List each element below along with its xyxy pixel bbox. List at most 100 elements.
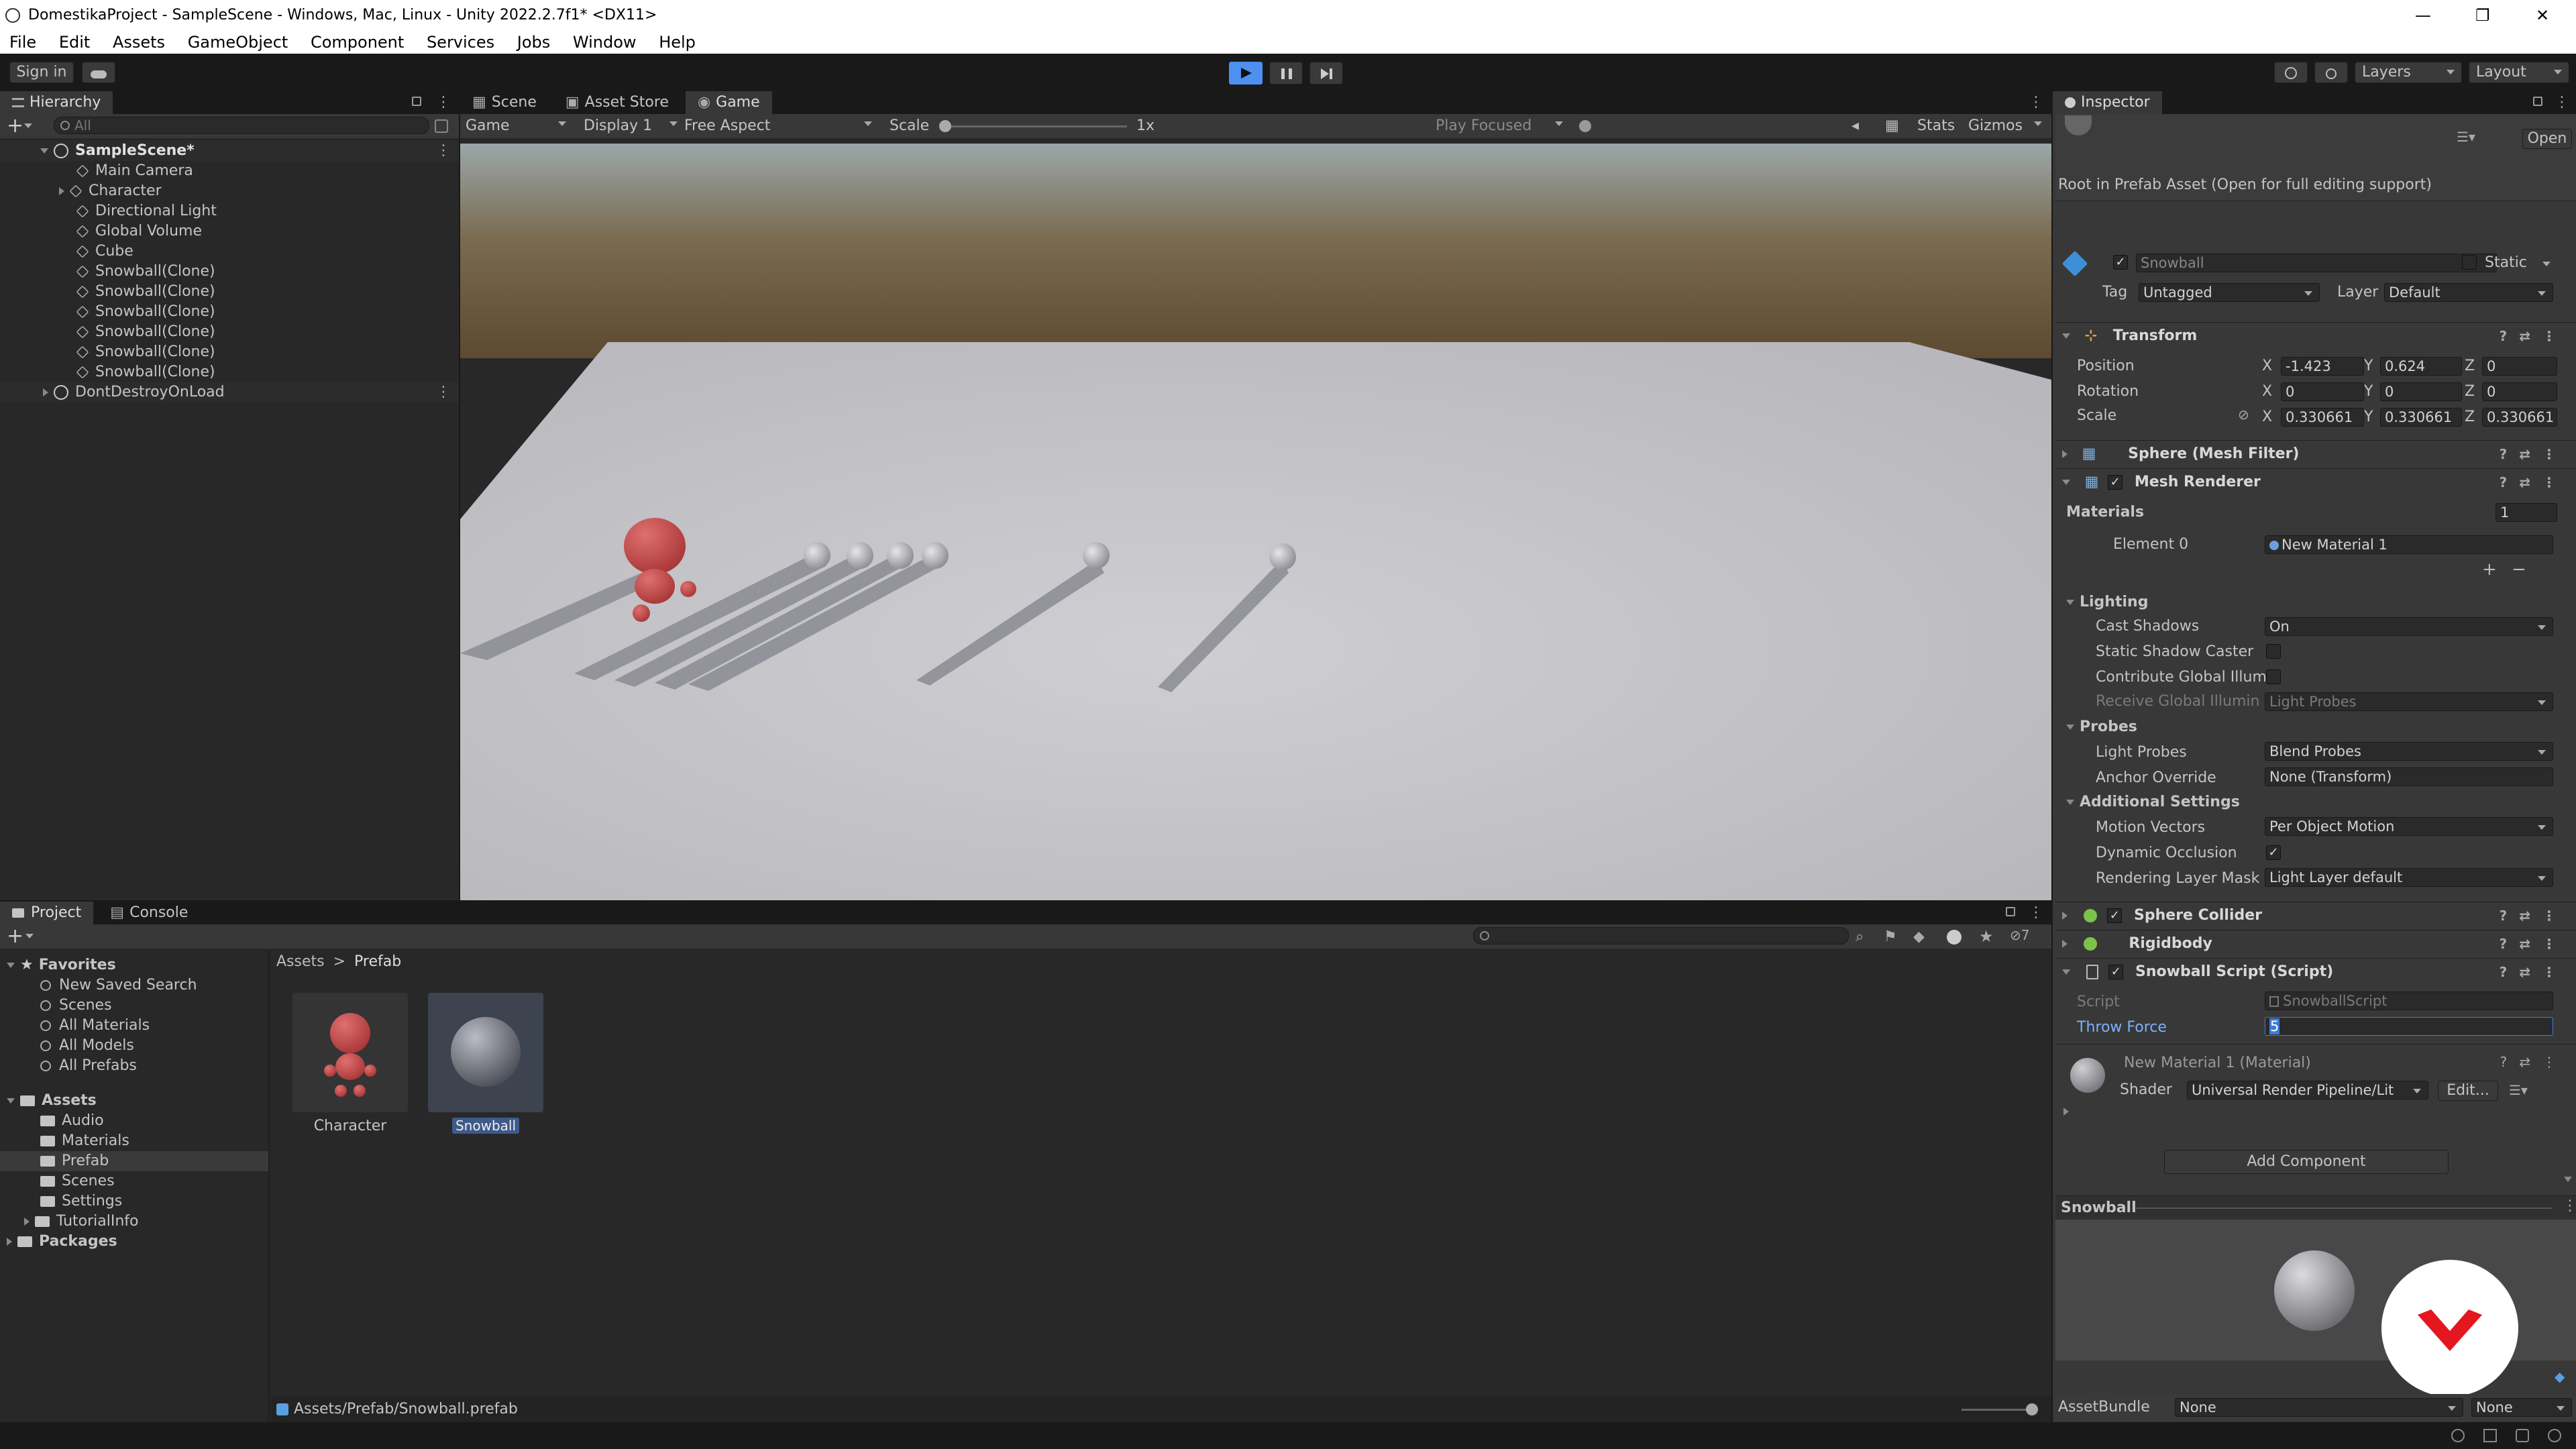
favorite-item[interactable]: All Materials (40, 1016, 150, 1036)
motion-vectors-dropdown[interactable]: Per Object Motion (2265, 817, 2553, 836)
expand-arrow-icon[interactable] (2062, 450, 2068, 458)
grid-icon[interactable]: ▦ (1885, 114, 1899, 138)
layout-dropdown[interactable]: Layout (2469, 62, 2569, 83)
tab-console[interactable]: ▤ Console (98, 902, 200, 924)
remove-element-icon[interactable]: − (2512, 559, 2526, 580)
static-toggle[interactable] (2462, 255, 2477, 270)
asset-tile-snowball[interactable] (428, 993, 543, 1112)
favorite-item[interactable]: New Saved Search (40, 975, 197, 996)
filter-type-icon[interactable]: ⌕ (1856, 928, 1864, 945)
hierarchy-item[interactable]: Main Camera (76, 161, 193, 181)
close-button[interactable]: ✕ (2536, 0, 2549, 31)
search-toolbar-button[interactable] (2314, 62, 2348, 83)
scale-slider[interactable] (939, 120, 1127, 132)
scene-menu-icon[interactable]: ⋮ (436, 141, 451, 161)
expand-arrow-icon[interactable] (59, 187, 64, 195)
scale-x[interactable]: 0.330661 (2281, 408, 2364, 427)
breadcrumb-current[interactable]: Prefab (354, 953, 401, 970)
add-element-icon[interactable]: + (2482, 559, 2497, 580)
material-actions[interactable]: ?⇄⋮ (2500, 1054, 2568, 1070)
hierarchy-item[interactable]: Snowball(Clone) (76, 282, 215, 302)
menu-file[interactable]: File (9, 33, 36, 52)
shader-dropdown[interactable]: Universal Render Pipeline/Lit (2187, 1081, 2428, 1099)
step-button[interactable] (1309, 62, 1343, 85)
asset-folder[interactable]: Scenes (40, 1171, 115, 1191)
static-shadow-toggle[interactable] (2266, 644, 2281, 659)
pause-button[interactable] (1269, 62, 1303, 85)
debug-icon[interactable] (2451, 1429, 2465, 1442)
tab-inspector[interactable]: Inspector (2053, 91, 2162, 114)
mesh-renderer-toggle[interactable]: ✓ (2108, 475, 2123, 490)
hierarchy-item[interactable]: Global Volume (76, 221, 202, 241)
scale-slider-handle[interactable] (939, 120, 951, 132)
expand-arrow-icon[interactable] (24, 1218, 30, 1226)
layers-dropdown[interactable]: Layers (2355, 62, 2462, 83)
asset-tile-character[interactable] (292, 993, 408, 1112)
component-actions[interactable]: ?⇄⋮ (2500, 902, 2568, 929)
expand-arrow-icon[interactable] (7, 1098, 15, 1104)
asset-folder[interactable]: Materials (40, 1131, 129, 1151)
asset-folder[interactable]: TutorialInfo (24, 1212, 139, 1232)
assets-header[interactable]: Assets (7, 1091, 97, 1111)
maximize-button[interactable]: ❐ (2475, 0, 2490, 31)
history-button[interactable] (2274, 62, 2308, 83)
game-mode-dropdown[interactable]: Game (466, 114, 573, 138)
bug-icon[interactable] (1579, 120, 1591, 132)
lock-icon[interactable] (2006, 907, 2015, 916)
breadcrumb-root[interactable]: Assets (276, 953, 325, 970)
hierarchy-item[interactable]: Snowball(Clone) (76, 362, 215, 382)
chevron-down-icon[interactable] (24, 123, 32, 128)
kebab-menu-icon[interactable]: ⋮ (2029, 91, 2043, 114)
active-toggle[interactable]: ✓ (2113, 255, 2128, 270)
audio-icon[interactable]: ◂ (1851, 114, 1859, 138)
material-settings-icon[interactable]: ☰▾ (2509, 1082, 2528, 1098)
scene-visibility-icon[interactable] (435, 119, 448, 133)
add-component-button[interactable]: Add Component (2164, 1150, 2449, 1174)
sphere-collider-toggle[interactable]: ✓ (2107, 908, 2123, 923)
scene-menu-icon[interactable]: ⋮ (436, 382, 451, 402)
static-dropdown-arrow[interactable] (2542, 262, 2551, 266)
progress-icon[interactable] (2483, 1429, 2497, 1442)
expand-arrow-icon[interactable] (7, 1238, 12, 1246)
rotation-y[interactable]: 0 (2380, 382, 2462, 401)
favorite-star-icon[interactable]: ★ (1979, 927, 1994, 946)
menu-services[interactable]: Services (427, 33, 494, 52)
tab-game[interactable]: ◉ Game (685, 91, 772, 114)
menu-component[interactable]: Component (311, 33, 404, 52)
favorite-item[interactable]: Scenes (40, 996, 112, 1016)
project-search-input[interactable] (1473, 927, 1849, 945)
menu-jobs[interactable]: Jobs (517, 33, 551, 52)
script-toggle[interactable]: ✓ (2108, 965, 2124, 979)
dont-destroy-root[interactable]: DontDestroyOnLoad ⋮ (0, 382, 459, 402)
gizmos-dropdown[interactable]: Gizmos (1968, 114, 2049, 138)
stats-button[interactable]: Stats (1917, 114, 1955, 138)
hierarchy-search-input[interactable] (54, 117, 429, 134)
position-x[interactable]: -1.423 (2281, 357, 2364, 376)
packages-header[interactable]: Packages (7, 1232, 117, 1252)
light-probes-dropdown[interactable]: Blend Probes (2265, 742, 2553, 761)
script-reference-field[interactable]: SnowballScript (2265, 991, 2553, 1010)
game-viewport[interactable] (460, 144, 2051, 900)
expand-arrow-icon[interactable] (2062, 912, 2068, 920)
rotation-x[interactable]: 0 (2281, 382, 2364, 401)
layer-dropdown[interactable]: Default (2384, 283, 2553, 302)
inspector-scroll-down-icon[interactable] (2564, 1177, 2572, 1182)
throw-force-input[interactable]: 5 (2265, 1017, 2553, 1036)
collapse-arrow-icon[interactable] (2066, 800, 2074, 805)
play-button[interactable] (1229, 62, 1263, 85)
expand-arrow-icon[interactable] (2062, 940, 2068, 948)
cloud-button[interactable] (82, 62, 115, 83)
favorite-item[interactable]: All Models (40, 1036, 134, 1056)
component-actions[interactable]: ?⇄⋮ (2500, 323, 2568, 350)
expand-arrow-icon[interactable] (2063, 1108, 2069, 1116)
hierarchy-item[interactable]: Snowball(Clone) (76, 322, 215, 342)
dynamic-occlusion-toggle[interactable]: ✓ (2266, 845, 2281, 860)
contribute-gi-toggle[interactable] (2266, 669, 2281, 684)
scale-y[interactable]: 0.330661 (2380, 408, 2462, 427)
menu-window[interactable]: Window (573, 33, 637, 52)
aspect-dropdown[interactable]: Free Aspect (684, 114, 879, 138)
component-actions[interactable]: ?⇄⋮ (2500, 441, 2568, 468)
assetbundle-variant-dropdown[interactable]: None (2471, 1398, 2572, 1417)
minimize-button[interactable]: — (2415, 0, 2431, 31)
play-focused-dropdown[interactable]: Play Focused (1436, 114, 1570, 138)
